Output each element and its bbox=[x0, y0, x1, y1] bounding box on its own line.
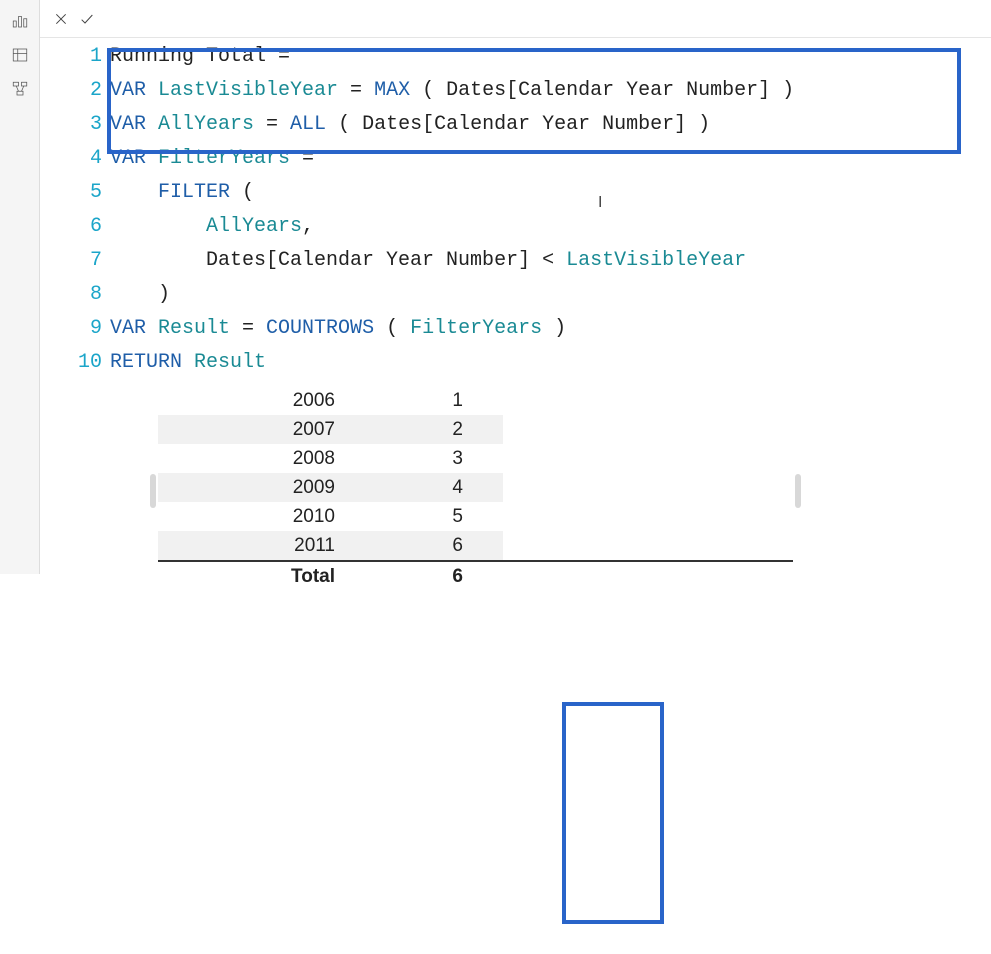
year-cell: 2007 bbox=[158, 415, 383, 444]
view-rail bbox=[0, 0, 40, 574]
code-content[interactable]: VAR FilterYears = bbox=[110, 142, 314, 176]
table-row: 20061 bbox=[158, 386, 793, 415]
total-label: Total bbox=[158, 561, 383, 591]
code-content[interactable]: Dates[Calendar Year Number] < LastVisibl… bbox=[110, 244, 746, 278]
code-line[interactable]: 7 Dates[Calendar Year Number] < LastVisi… bbox=[40, 244, 991, 278]
total-row: Total6 bbox=[158, 561, 793, 591]
main-area: I 1Running Total = 2VAR LastVisibleYear … bbox=[40, 0, 991, 574]
model-icon[interactable] bbox=[11, 80, 29, 98]
line-number: 10 bbox=[40, 346, 110, 380]
value-cell: 1 bbox=[383, 386, 503, 415]
code-line[interactable]: 2VAR LastVisibleYear = MAX ( Dates[Calen… bbox=[40, 74, 991, 108]
scroll-handle-left[interactable] bbox=[150, 474, 156, 508]
result-table-wrap: 200612007220083200942010520116Total6 bbox=[158, 386, 793, 591]
value-cell: 6 bbox=[383, 531, 503, 561]
total-value: 6 bbox=[383, 561, 503, 591]
table-icon[interactable] bbox=[11, 46, 29, 64]
value-cell: 5 bbox=[383, 502, 503, 531]
highlight-box-values bbox=[562, 702, 664, 924]
code-content[interactable]: VAR AllYears = ALL ( Dates[Calendar Year… bbox=[110, 108, 710, 142]
line-number: 2 bbox=[40, 74, 110, 108]
chart-bar-icon[interactable] bbox=[11, 12, 29, 30]
code-content[interactable]: ) bbox=[110, 278, 170, 312]
table-row: 20116 bbox=[158, 531, 793, 561]
line-number: 4 bbox=[40, 142, 110, 176]
line-number: 3 bbox=[40, 108, 110, 142]
year-cell: 2008 bbox=[158, 444, 383, 473]
line-number: 7 bbox=[40, 244, 110, 278]
code-line[interactable]: 8 ) bbox=[40, 278, 991, 312]
code-content[interactable]: VAR LastVisibleYear = MAX ( Dates[Calend… bbox=[110, 74, 794, 108]
spacer-cell bbox=[503, 415, 793, 444]
year-cell: 2009 bbox=[158, 473, 383, 502]
spacer-cell bbox=[503, 561, 793, 591]
code-line[interactable]: 5 FILTER ( bbox=[40, 176, 991, 210]
spacer-cell bbox=[503, 473, 793, 502]
code-content[interactable]: Running Total = bbox=[110, 40, 302, 74]
line-number: 9 bbox=[40, 312, 110, 346]
spacer-cell bbox=[503, 502, 793, 531]
spacer-cell bbox=[503, 386, 793, 415]
line-number: 5 bbox=[40, 176, 110, 210]
year-cell: 2011 bbox=[158, 531, 383, 561]
table-row: 20105 bbox=[158, 502, 793, 531]
value-cell: 4 bbox=[383, 473, 503, 502]
code-content[interactable]: AllYears, bbox=[110, 210, 314, 244]
table-row: 20072 bbox=[158, 415, 793, 444]
code-line[interactable]: 10RETURN Result bbox=[40, 346, 991, 380]
code-content[interactable]: VAR Result = COUNTROWS ( FilterYears ) bbox=[110, 312, 566, 346]
formula-header bbox=[40, 0, 991, 38]
code-line[interactable]: 3VAR AllYears = ALL ( Dates[Calendar Yea… bbox=[40, 108, 991, 142]
code-line[interactable]: 4VAR FilterYears = bbox=[40, 142, 991, 176]
commit-button[interactable] bbox=[74, 6, 100, 32]
code-content[interactable]: RETURN Result bbox=[110, 346, 266, 380]
cancel-button[interactable] bbox=[48, 6, 74, 32]
code-line[interactable]: 9VAR Result = COUNTROWS ( FilterYears ) bbox=[40, 312, 991, 346]
value-cell: 2 bbox=[383, 415, 503, 444]
line-number: 6 bbox=[40, 210, 110, 244]
line-number: 8 bbox=[40, 278, 110, 312]
year-cell: 2006 bbox=[158, 386, 383, 415]
code-line[interactable]: 6 AllYears, bbox=[40, 210, 991, 244]
code-content[interactable]: FILTER ( bbox=[110, 176, 254, 210]
year-cell: 2010 bbox=[158, 502, 383, 531]
code-line[interactable]: 1Running Total = bbox=[40, 40, 991, 74]
table-row: 20083 bbox=[158, 444, 793, 473]
table-row: 20094 bbox=[158, 473, 793, 502]
value-cell: 3 bbox=[383, 444, 503, 473]
line-number: 1 bbox=[40, 40, 110, 74]
result-table: 200612007220083200942010520116Total6 bbox=[158, 386, 793, 591]
formula-editor[interactable]: I 1Running Total = 2VAR LastVisibleYear … bbox=[40, 38, 991, 380]
scroll-handle-right[interactable] bbox=[795, 474, 801, 508]
spacer-cell bbox=[503, 531, 793, 561]
spacer-cell bbox=[503, 444, 793, 473]
